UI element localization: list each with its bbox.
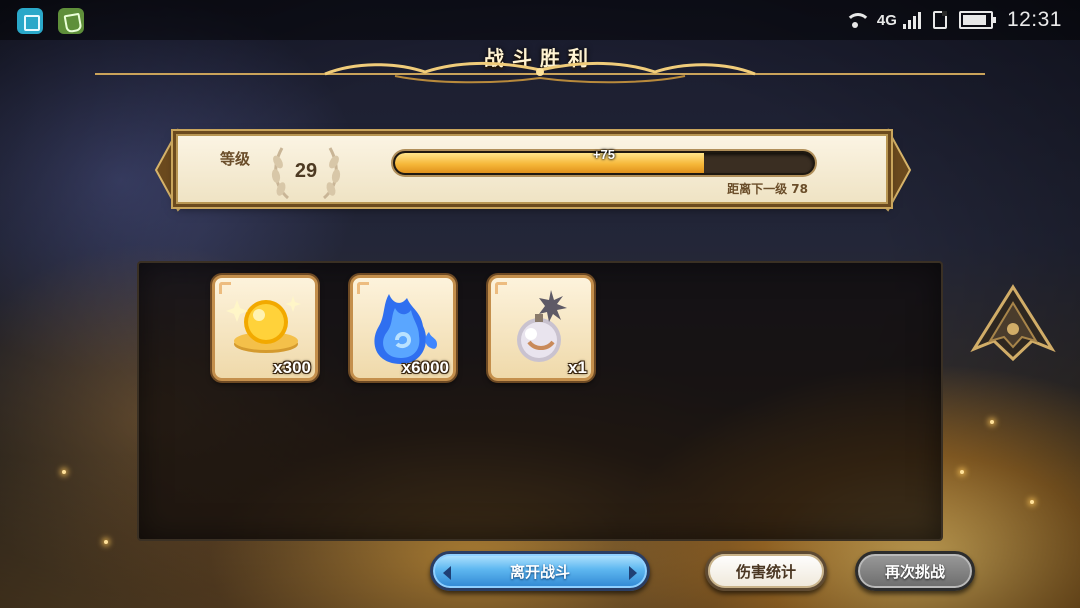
status-bar: 4G 12:31 bbox=[0, 0, 1080, 40]
sim-icon bbox=[932, 11, 947, 29]
sparkle bbox=[1030, 500, 1034, 504]
sparkle bbox=[960, 470, 964, 474]
blue-flame-icon bbox=[374, 294, 437, 364]
reward-count: x6000 bbox=[401, 358, 449, 377]
side-menu-emblem-icon[interactable] bbox=[968, 283, 1058, 363]
battery-level bbox=[962, 15, 987, 25]
next-level-label: 距离下一级 78 bbox=[727, 182, 808, 196]
level-banner: 等级 29 +75 距离下一级 78 bbox=[148, 120, 918, 220]
reward-count: x300 bbox=[273, 358, 311, 377]
status-icons: 4G 12:31 bbox=[843, 0, 1062, 40]
level-number: 29 bbox=[294, 160, 318, 182]
sparkle bbox=[990, 420, 994, 424]
retry-button[interactable]: 再次挑战 bbox=[855, 551, 975, 591]
rewards-panel: x300 x6000 x1 bbox=[137, 261, 943, 541]
battery-icon bbox=[958, 11, 996, 29]
reward-item-bomb[interactable]: x1 bbox=[488, 275, 594, 381]
security-icon bbox=[58, 8, 84, 34]
title-ornament bbox=[95, 61, 985, 84]
sparkle bbox=[104, 540, 108, 544]
reward-item-flame[interactable]: x6000 bbox=[350, 275, 456, 381]
leave-battle-button[interactable]: 离开战斗 bbox=[430, 551, 650, 591]
xp-gain-label: +75 bbox=[592, 147, 616, 162]
level-label: 等级 bbox=[220, 150, 251, 168]
gold-coin-icon bbox=[226, 296, 301, 353]
sparkle bbox=[62, 470, 66, 474]
signal-icon bbox=[902, 11, 921, 29]
damage-stats-button[interactable]: 伤害统计 bbox=[705, 551, 827, 591]
wifi-icon bbox=[843, 11, 871, 29]
bomb-orb-icon bbox=[517, 290, 567, 362]
reward-item-gold[interactable]: x300 bbox=[212, 275, 318, 381]
reward-count: x1 bbox=[568, 358, 587, 377]
network-type-label: 4G bbox=[876, 11, 897, 29]
gallery-icon bbox=[17, 8, 43, 34]
status-clock: 12:31 bbox=[1006, 8, 1062, 31]
